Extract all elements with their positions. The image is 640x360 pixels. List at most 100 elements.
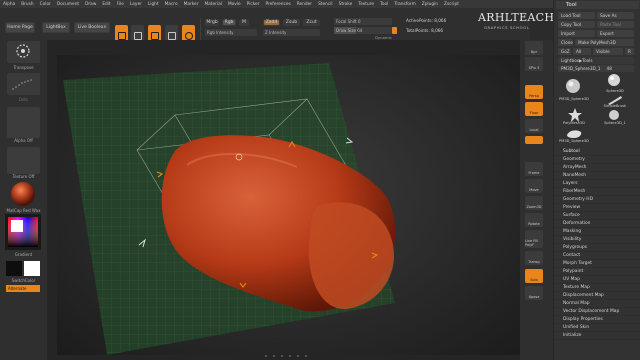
menu-item-macro[interactable]: Macro bbox=[165, 2, 178, 7]
paste-tool-button[interactable]: Paste Tool bbox=[597, 21, 634, 28]
menu-item-color[interactable]: Color bbox=[40, 2, 51, 7]
tool-thumb-sphere3d[interactable] bbox=[604, 70, 624, 90]
menu-item-alpha[interactable]: Alpha bbox=[3, 2, 15, 7]
menu-item-light[interactable]: Light bbox=[148, 2, 159, 7]
load-tool-button[interactable]: Load Tool bbox=[558, 12, 595, 19]
menu-item-material[interactable]: Material bbox=[204, 2, 221, 7]
menu-item-stencil[interactable]: Stencil bbox=[318, 2, 333, 7]
save-as-button[interactable]: Save As bbox=[597, 12, 634, 19]
brush-button[interactable] bbox=[7, 41, 40, 63]
zoom3d-button[interactable]: Zoom3D bbox=[525, 196, 543, 210]
lightbox-tools-button[interactable]: Lightbox▶Tools bbox=[558, 57, 634, 64]
zcut-button[interactable]: Zcut bbox=[303, 19, 320, 26]
palette-title[interactable]: Tool bbox=[556, 1, 639, 9]
tool-thumb-sphere3d-1[interactable] bbox=[604, 108, 624, 122]
move-view-button[interactable]: Move bbox=[525, 179, 543, 193]
bpr-button[interactable]: Bpr bbox=[525, 41, 543, 55]
menu-item-zplugin[interactable]: Zplugin bbox=[422, 2, 438, 7]
menu-item-preferences[interactable]: Preferences bbox=[265, 2, 290, 7]
subpalette-preview[interactable]: Preview bbox=[554, 204, 640, 212]
subpalette-uv-map[interactable]: UV Map bbox=[554, 276, 640, 284]
r-button[interactable]: R bbox=[625, 48, 634, 55]
menu-item-transform[interactable]: Transform bbox=[394, 2, 415, 7]
subpalette-nanomesh[interactable]: NanoMesh bbox=[554, 172, 640, 180]
subpalette-layers[interactable]: Layers bbox=[554, 180, 640, 188]
goz-button[interactable]: GoZ bbox=[558, 48, 571, 55]
z-intensity-slider[interactable]: Z Intensity bbox=[263, 29, 320, 36]
m-button[interactable]: M bbox=[239, 19, 249, 26]
subpalette-polypaint[interactable]: Polypaint bbox=[554, 268, 640, 276]
visible-button[interactable]: Visible bbox=[593, 48, 623, 55]
import-button[interactable]: Import bbox=[558, 30, 595, 37]
tool-thumb-pm3d-sphere[interactable] bbox=[562, 75, 584, 97]
subpalette-surface[interactable]: Surface bbox=[554, 212, 640, 220]
menu-item-picker[interactable]: Picker bbox=[247, 2, 260, 7]
subpalette-polygroups[interactable]: Polygroups bbox=[554, 244, 640, 252]
rgb-intensity-slider[interactable]: Rgb Intensity bbox=[205, 29, 257, 36]
draw-size-slider[interactable]: Draw Size 64 bbox=[334, 27, 392, 34]
subpalette-visibility[interactable]: Visibility bbox=[554, 236, 640, 244]
menu-item-draw[interactable]: Draw bbox=[85, 2, 96, 7]
menu-item-movie[interactable]: Movie bbox=[228, 2, 241, 7]
subpalette-morph-target[interactable]: Morph Target bbox=[554, 260, 640, 268]
zsub-button[interactable]: Zsub bbox=[283, 19, 300, 26]
menu-item-texture[interactable]: Texture bbox=[358, 2, 374, 7]
switch-color-label[interactable]: SwitchColor bbox=[0, 278, 47, 283]
rgb-button[interactable]: Rgb bbox=[222, 19, 236, 26]
menu-item-file[interactable]: File bbox=[117, 2, 124, 7]
copy-tool-button[interactable]: Copy Tool bbox=[558, 21, 595, 28]
subpalette-fibermesh[interactable]: FiberMesh bbox=[554, 188, 640, 196]
canvas-scroll-indicator[interactable] bbox=[260, 354, 320, 358]
subpalette-subtool[interactable]: Subtool bbox=[554, 148, 640, 156]
clone-button[interactable]: Clone bbox=[558, 39, 573, 46]
xpose-button[interactable]: Xpose bbox=[525, 286, 543, 300]
tool-thumb-pm3d-sphere-2[interactable] bbox=[564, 126, 584, 140]
menu-item-edit[interactable]: Edit bbox=[102, 2, 110, 7]
subpalette-unified-skin[interactable]: Unified Skin bbox=[554, 324, 640, 332]
subpalette-geometry-hd[interactable]: Geometry HD bbox=[554, 196, 640, 204]
main-color-swatch[interactable] bbox=[6, 261, 22, 276]
make-polymesh-button[interactable]: Make PolyMesh3D bbox=[575, 39, 634, 46]
subpalette-deformation[interactable]: Deformation bbox=[554, 220, 640, 228]
menu-item-stroke[interactable]: Stroke bbox=[339, 2, 353, 7]
dynamic-toggle[interactable] bbox=[392, 27, 397, 34]
tool-thumb-polymesh3d[interactable] bbox=[568, 108, 582, 122]
subpalette-arraymesh[interactable]: ArrayMesh bbox=[554, 164, 640, 172]
menu-item-zscript[interactable]: Zscript bbox=[444, 2, 459, 7]
zadd-button[interactable]: Zadd bbox=[263, 19, 280, 26]
frame-button[interactable]: Frame bbox=[525, 162, 543, 176]
subpalette-texture-map[interactable]: Texture Map bbox=[554, 284, 640, 292]
subpalette-contact[interactable]: Contact bbox=[554, 252, 640, 260]
subpalette-masking[interactable]: Masking bbox=[554, 228, 640, 236]
mrgb-button[interactable]: Mrgb bbox=[205, 19, 219, 26]
all-button[interactable]: All bbox=[573, 48, 591, 55]
spix-button[interactable]: SPix 3 bbox=[525, 57, 543, 71]
subpalette-displacement-map[interactable]: Displacement Map bbox=[554, 292, 640, 300]
secondary-color-swatch[interactable] bbox=[24, 261, 40, 276]
local-button[interactable]: Local bbox=[525, 119, 543, 133]
persp-button[interactable]: Persp bbox=[525, 85, 543, 99]
stroke-button[interactable] bbox=[7, 73, 40, 95]
alternate-button[interactable]: Alternate bbox=[6, 285, 40, 292]
lightbox-button[interactable]: LightBox bbox=[42, 22, 70, 33]
menu-item-render[interactable]: Render bbox=[297, 2, 312, 7]
color-picker[interactable] bbox=[5, 214, 41, 250]
rotate-view-button[interactable]: Rotate bbox=[525, 213, 543, 227]
focal-shift-slider[interactable]: Focal Shift 0 bbox=[334, 18, 392, 25]
xyz-button[interactable] bbox=[525, 136, 543, 144]
polyf-button[interactable]: Line Fill PolyF bbox=[525, 230, 543, 248]
export-button[interactable]: Export bbox=[597, 30, 634, 37]
subpalette-geometry[interactable]: Geometry bbox=[554, 156, 640, 164]
solo-button[interactable]: Solo bbox=[525, 269, 543, 283]
texture-button[interactable] bbox=[7, 147, 40, 174]
menu-item-brush[interactable]: Brush bbox=[21, 2, 33, 7]
transp-button[interactable]: Transp bbox=[525, 251, 543, 265]
document-canvas[interactable] bbox=[57, 55, 520, 355]
home-page-button[interactable]: Home Page bbox=[5, 22, 35, 33]
material-button[interactable] bbox=[7, 180, 40, 208]
menu-item-tool[interactable]: Tool bbox=[380, 2, 388, 7]
menu-item-layer[interactable]: Layer bbox=[130, 2, 142, 7]
subpalette-initialize[interactable]: Initialize bbox=[554, 332, 640, 340]
menu-item-marker[interactable]: Marker bbox=[184, 2, 199, 7]
live-boolean-button[interactable]: Live Boolean bbox=[74, 22, 110, 33]
